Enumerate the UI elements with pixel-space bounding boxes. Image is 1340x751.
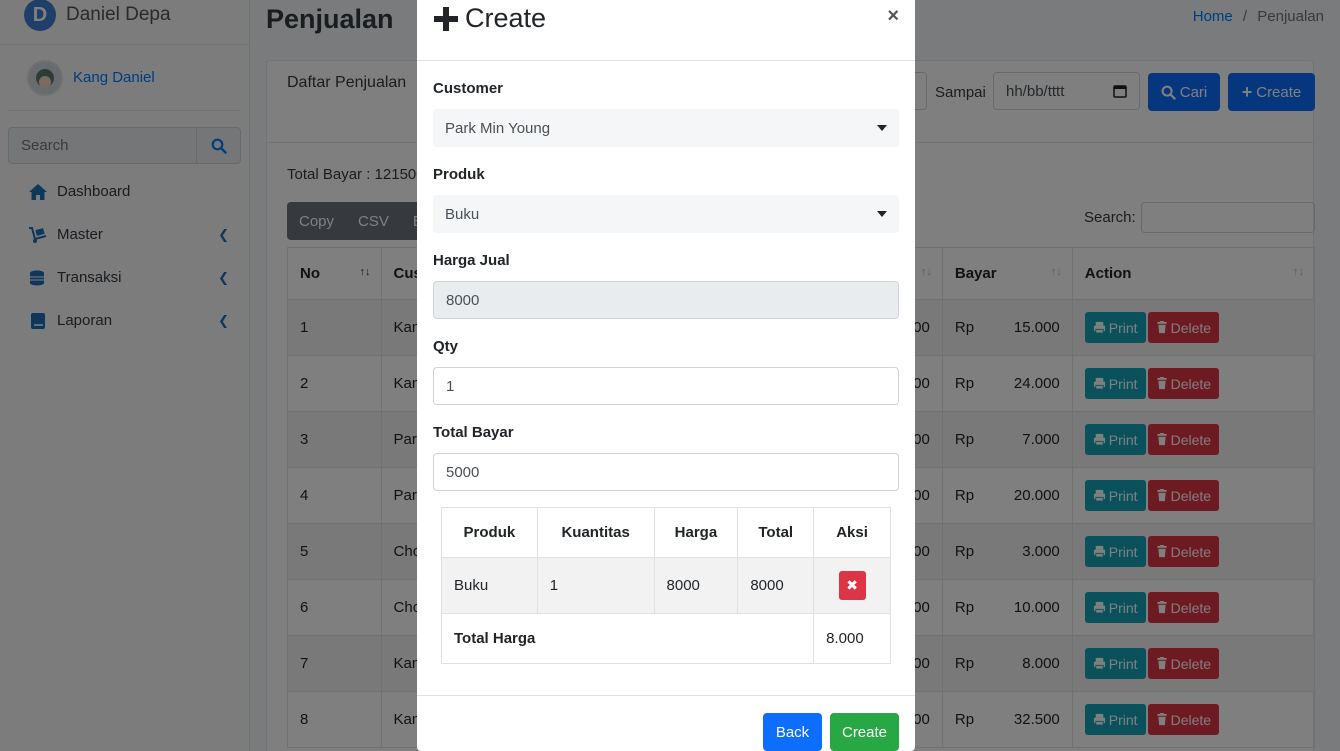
- item-total: 8000: [737, 557, 815, 614]
- back-button[interactable]: Back: [763, 713, 822, 751]
- item-produk: Buku: [441, 557, 538, 614]
- harga-jual-field: 8000: [433, 281, 899, 319]
- items-header-kuantitas: Kuantitas: [536, 507, 655, 558]
- create-modal: Create × Customer Park Min Young Produk …: [417, 0, 915, 751]
- caret-down-icon: [877, 125, 887, 131]
- close-icon[interactable]: ×: [887, 5, 899, 28]
- caret-down-icon: [877, 211, 887, 217]
- total-harga-label: Total Harga: [440, 613, 815, 664]
- modal-header: Create ×: [417, 0, 915, 61]
- items-table: Produk Kuantitas Harga Total Aksi Buku 1…: [440, 507, 891, 664]
- harga-jual-label: Harga Jual: [433, 252, 510, 269]
- total-harga-value: 8.000: [813, 613, 891, 664]
- remove-item-button[interactable]: ✖: [838, 571, 866, 600]
- customer-label: Customer: [433, 80, 504, 97]
- modal-footer: Back Create: [417, 695, 915, 751]
- submit-create-button[interactable]: Create: [830, 713, 899, 751]
- customer-select-value: Park Min Young: [445, 119, 551, 137]
- items-header-total: Total: [737, 507, 815, 558]
- qty-value: 1: [446, 377, 455, 395]
- close-icon: ✖: [846, 577, 858, 593]
- total-harga-row: Total Harga 8.000: [440, 613, 891, 664]
- table-row: Buku 1 8000 8000 ✖: [441, 557, 891, 614]
- produk-select[interactable]: Buku: [433, 195, 899, 233]
- qty-field[interactable]: 1: [433, 367, 899, 405]
- item-aksi: ✖: [813, 557, 891, 614]
- items-header-produk: Produk: [441, 507, 538, 558]
- total-bayar-field[interactable]: 5000: [433, 453, 899, 491]
- item-harga: 8000: [653, 557, 739, 614]
- items-header-harga: Harga: [653, 507, 739, 558]
- plus-icon: [434, 6, 458, 31]
- produk-select-value: Buku: [445, 205, 480, 223]
- items-header-aksi: Aksi: [813, 507, 891, 558]
- modal-title-text: Create: [465, 3, 547, 33]
- item-kuantitas: 1: [536, 557, 655, 614]
- total-bayar-label: Total Bayar: [433, 424, 514, 441]
- total-bayar-value: 5000: [446, 463, 480, 481]
- produk-label: Produk: [433, 166, 485, 183]
- harga-jual-value: 8000: [446, 291, 480, 309]
- customer-select[interactable]: Park Min Young: [433, 109, 899, 147]
- qty-label: Qty: [433, 338, 459, 355]
- modal-title: Create: [433, 3, 546, 34]
